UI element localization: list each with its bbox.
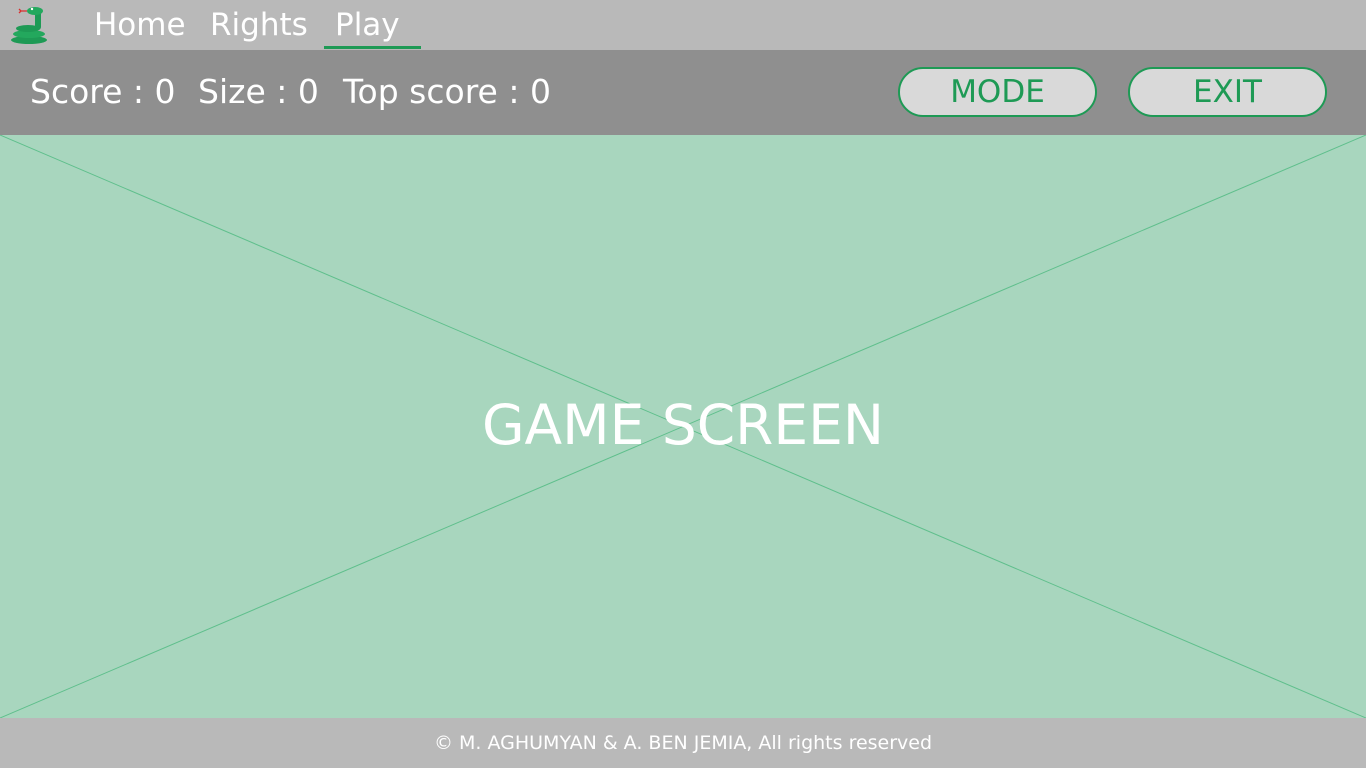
nav-item-play[interactable]: Play [324,4,421,50]
top-navbar: Home Rights Play [0,0,1366,50]
score-value: Score : 0 [30,72,176,111]
mode-button[interactable]: MODE [898,67,1097,117]
nav-item-rights[interactable]: Rights [210,4,308,50]
top-score-value: Top score : 0 [343,72,551,111]
snake-icon[interactable] [8,3,52,47]
nav-item-home[interactable]: Home [94,4,186,50]
game-screen-label: GAME SCREEN [481,393,885,457]
game-screen[interactable]: GAME SCREEN [0,135,1366,718]
game-status-bar: Score : 0 Size : 0 Top score : 0 MODE EX… [0,50,1366,135]
size-value: Size : 0 [198,72,319,111]
footer-copyright: © M. AGHUMYAN & A. BEN JEMIA, All rights… [0,718,1366,768]
exit-button[interactable]: EXIT [1128,67,1327,117]
